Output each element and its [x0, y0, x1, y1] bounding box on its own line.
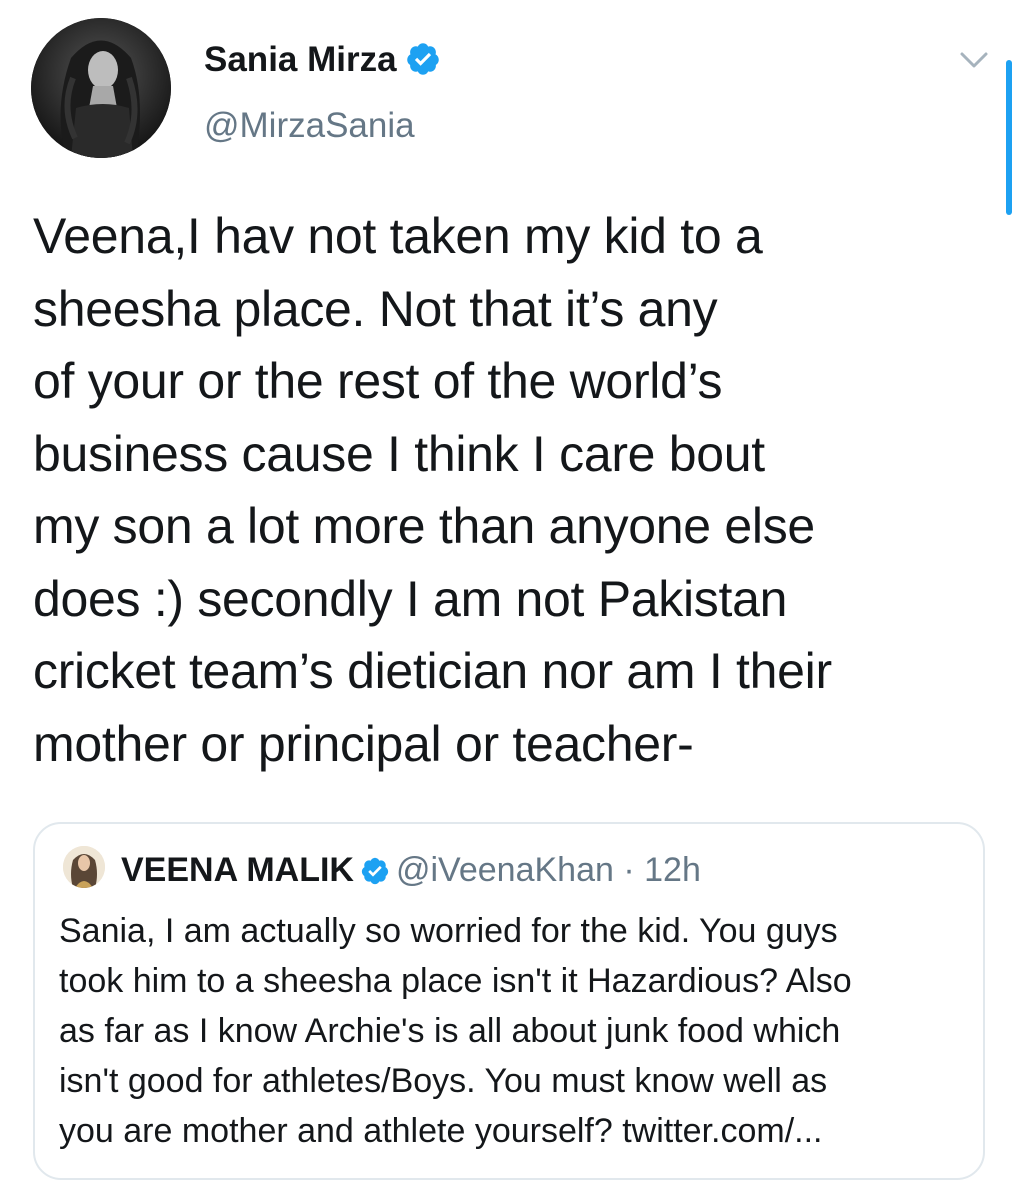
separator-dot: · [623, 851, 635, 889]
meta-separator: · [614, 851, 644, 889]
quoted-tweet-text: Sania, I am actually so worried for the … [59, 912, 852, 1150]
verified-badge-icon [361, 857, 389, 885]
tweet: Sania Mirza @MirzaSania Veena,I hav not … [0, 0, 1018, 1200]
quoted-tweet-header: VEENA MALIK @iVeenaKhan · 12h [121, 850, 701, 890]
verified-badge-icon [406, 43, 439, 75]
author-name-row[interactable]: Sania Mirza [204, 38, 441, 82]
profile-photo-icon [31, 18, 171, 158]
quoted-tweet-card[interactable]: VEENA MALIK @iVeenaKhan · 12h Sania, I a… [33, 822, 985, 1180]
quoted-tweet-time[interactable]: 12h [644, 851, 701, 889]
author-handle[interactable]: @MirzaSania [204, 104, 415, 148]
quoted-author-avatar[interactable] [63, 846, 105, 888]
quoted-author-name[interactable]: VEENA MALIK [121, 851, 354, 889]
chevron-down-icon[interactable] [956, 46, 992, 74]
tweet-text: Veena,I hav not taken my kid to a sheesh… [33, 208, 832, 772]
scroll-indicator[interactable] [1006, 60, 1012, 215]
quoted-author-handle[interactable]: @iVeenaKhan [396, 851, 614, 889]
profile-photo-icon [63, 846, 105, 888]
author-name[interactable]: Sania Mirza [204, 40, 397, 79]
author-avatar[interactable] [31, 18, 171, 158]
